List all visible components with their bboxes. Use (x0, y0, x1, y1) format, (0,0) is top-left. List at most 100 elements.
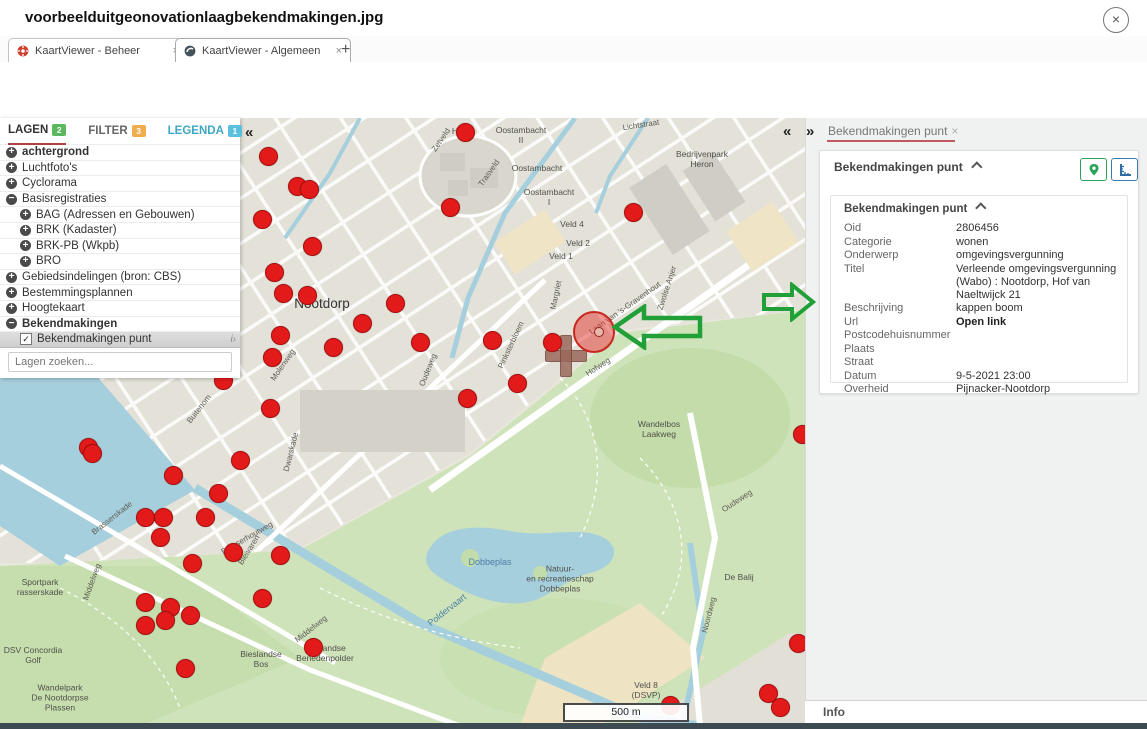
tab-legenda[interactable]: LEGENDA 1 (168, 118, 242, 144)
layer-row-bekendmakingen[interactable]: −Bekendmakingen (0, 317, 240, 333)
map-marker[interactable] (458, 389, 477, 408)
panel-tab-close-icon[interactable]: × (951, 124, 958, 138)
map-marker[interactable] (386, 294, 405, 313)
layer-expander-icon[interactable]: + (20, 209, 31, 220)
close-icon: × (1112, 11, 1120, 27)
map-marker[interactable] (624, 203, 643, 222)
field-value[interactable]: Open link (956, 316, 1120, 329)
detail-row: Postcodehuisnummer (844, 329, 1120, 342)
kaartviewer-beheer-favicon (17, 45, 29, 57)
map-marker[interactable] (136, 616, 155, 635)
map-marker[interactable] (483, 331, 502, 350)
map-marker[interactable] (164, 466, 183, 485)
layer-search-input[interactable] (8, 352, 232, 372)
map-marker[interactable] (151, 528, 170, 547)
map-marker[interactable] (298, 286, 317, 305)
panel-tab-label: Bekendmakingen punt (828, 124, 947, 138)
tab-close-icon[interactable]: × (326, 45, 342, 57)
layer-row-bag-adressen-en-gebouwen-[interactable]: + BAG (Adressen en Gebouwen) (0, 207, 240, 223)
selected-marker-highlight[interactable] (573, 311, 615, 353)
details-title[interactable]: Bekendmakingen punt (844, 203, 982, 215)
map-marker[interactable] (271, 326, 290, 345)
layer-row-gebiedsindelingen-bron-cbs-[interactable]: +Gebiedsindelingen (bron: CBS) (0, 270, 240, 286)
map-marker[interactable] (136, 593, 155, 612)
map-marker[interactable] (324, 338, 343, 357)
layer-label: BAG (Adressen en Gebouwen) (36, 209, 195, 221)
map-marker[interactable] (274, 284, 293, 303)
layer-row-bro[interactable]: +BRO (0, 254, 240, 270)
map-marker[interactable] (156, 611, 175, 630)
layer-expander-icon[interactable]: + (20, 256, 31, 267)
layer-row-basisregistraties[interactable]: −Basisregistraties (0, 192, 240, 208)
tab-filter[interactable]: FILTER 3 (88, 118, 145, 144)
map-marker[interactable] (136, 508, 155, 527)
info-footer-bar[interactable]: Info (805, 700, 1147, 723)
image-close-button[interactable]: × (1103, 7, 1129, 33)
map-marker[interactable] (300, 180, 319, 199)
map-marker[interactable] (253, 210, 272, 229)
map-marker[interactable] (304, 638, 323, 657)
map-label: Veld 2 (566, 239, 590, 249)
map-marker[interactable] (83, 444, 102, 463)
browser-tab-beheer[interactable]: KaartViewer - Beheer × (8, 38, 188, 63)
layer-options-icon[interactable]: i› (230, 334, 236, 345)
layer-row-bekendmakingen-punt[interactable]: ✓Bekendmakingen punti› (0, 332, 240, 348)
map-marker[interactable] (209, 484, 228, 503)
map-marker[interactable] (263, 348, 282, 367)
map-marker[interactable] (441, 198, 460, 217)
panel-collapse-left-button[interactable]: « (783, 123, 791, 140)
layer-expander-icon[interactable]: − (6, 318, 17, 329)
details-field-list: Oid2806456CategoriewonenOnderwerpomgevin… (844, 222, 1120, 397)
map-marker[interactable] (176, 659, 195, 678)
map-marker[interactable] (253, 589, 272, 608)
layer-expander-icon[interactable]: + (20, 240, 31, 251)
map-marker[interactable] (771, 698, 790, 717)
tab-lagen[interactable]: LAGEN 2 (8, 117, 66, 145)
feature-card-title[interactable]: Bekendmakingen punt (834, 160, 978, 174)
map-marker[interactable] (259, 147, 278, 166)
map-marker[interactable] (789, 634, 805, 653)
map-marker[interactable] (543, 333, 562, 352)
layer-row-cyclorama[interactable]: +Cyclorama (0, 176, 240, 192)
zoom-to-feature-button[interactable] (1080, 158, 1107, 181)
map-marker[interactable] (456, 123, 475, 142)
layer-expander-icon[interactable]: − (6, 194, 17, 205)
map-marker[interactable] (353, 314, 372, 333)
layer-row-hoogtekaart[interactable]: +Hoogtekaart (0, 301, 240, 317)
layer-row-brk-pb-wkpb-[interactable]: +BRK-PB (Wkpb) (0, 239, 240, 255)
map-label: Dobbeplas (468, 557, 511, 567)
map-marker[interactable] (303, 237, 322, 256)
map-marker[interactable] (196, 508, 215, 527)
layer-expander-icon[interactable]: + (6, 147, 17, 158)
new-tab-button[interactable]: + (341, 41, 350, 59)
browser-tab-algemeen[interactable]: KaartViewer - Algemeen × (175, 38, 351, 63)
map-marker[interactable] (231, 451, 250, 470)
map-marker[interactable] (154, 508, 173, 527)
layer-row-achtergrond[interactable]: +achtergrond (0, 145, 240, 161)
layer-row-luchtfoto-s[interactable]: +Luchtfoto's (0, 161, 240, 177)
map-marker[interactable] (265, 263, 284, 282)
map-marker[interactable] (508, 374, 527, 393)
layer-row-brk-kadaster-[interactable]: +BRK (Kadaster) (0, 223, 240, 239)
layer-expander-icon[interactable]: + (6, 272, 17, 283)
map-marker[interactable] (183, 554, 202, 573)
measure-button[interactable] (1111, 158, 1138, 181)
field-label: Postcodehuisnummer (844, 329, 956, 342)
panel-expand-right-button[interactable]: » (806, 123, 814, 140)
map-marker[interactable] (224, 543, 243, 562)
annotation-arrow-right-icon (762, 282, 816, 322)
layer-expander-icon[interactable]: + (6, 303, 17, 314)
map-marker[interactable] (181, 606, 200, 625)
layer-checkbox[interactable]: ✓ (20, 333, 32, 345)
map-marker[interactable] (793, 425, 805, 444)
map-marker[interactable] (411, 333, 430, 352)
layer-expander-icon[interactable]: + (20, 225, 31, 236)
layer-row-bestemmingsplannen[interactable]: +Bestemmingsplannen (0, 285, 240, 301)
layer-expander-icon[interactable]: + (6, 178, 17, 189)
sidebar-collapse-button[interactable]: « (245, 124, 253, 141)
map-marker[interactable] (261, 399, 280, 418)
layer-expander-icon[interactable]: + (6, 287, 17, 298)
panel-tab-bekendmakingen-punt[interactable]: Bekendmakingen punt × (828, 124, 958, 138)
layer-expander-icon[interactable]: + (6, 162, 17, 173)
map-marker[interactable] (271, 546, 290, 565)
